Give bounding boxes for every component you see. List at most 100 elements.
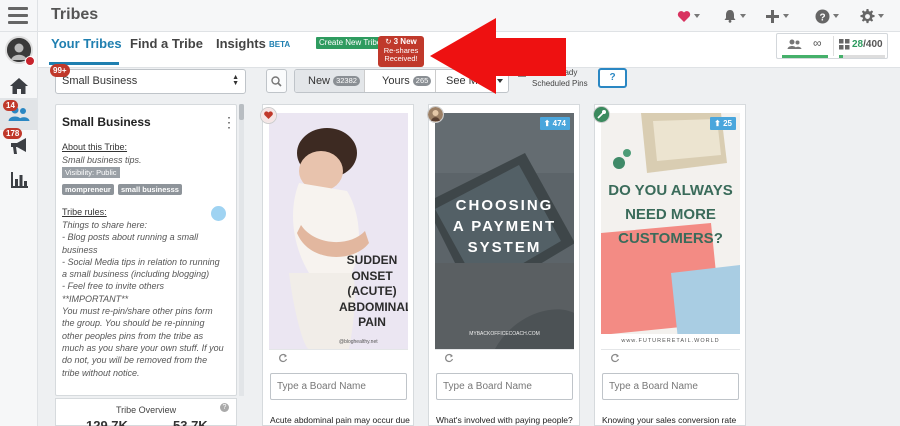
rules-line: do not, you will be removed from the [62, 355, 208, 366]
filter-see-more[interactable]: See More [436, 70, 508, 92]
rules-line: tribe without notice. [62, 367, 140, 378]
rules-line: - Blog posts about running a small [62, 232, 199, 243]
reshare-notification[interactable]: ↻ 3 New Re-shares Received! [378, 36, 424, 67]
hide-scheduled-label: Hide Already Scheduled Pins [532, 67, 588, 89]
plus-icon [766, 9, 779, 23]
visibility-badge: Visibility: Public [62, 167, 120, 178]
promote-badge: 178 [3, 128, 23, 139]
hide-scheduled-checkbox[interactable] [518, 69, 526, 77]
repin-count: 474 [552, 119, 566, 128]
pin-text-line: SUDDEN [346, 253, 398, 267]
divider [601, 349, 740, 350]
board-name-input[interactable] [270, 373, 407, 400]
rules-line: - Social Media tips in relation to runni… [62, 256, 220, 267]
tribe-info-panel: Small Business ⋮ About this Tribe: Small… [55, 104, 237, 396]
chevron-down-icon [878, 14, 884, 18]
rules-line: business [62, 244, 98, 255]
chevron-down-icon [740, 14, 746, 18]
filter-new-label: New [308, 75, 331, 87]
search-button[interactable] [266, 69, 287, 93]
add-menu[interactable] [765, 7, 789, 25]
pins-grid-icon [839, 39, 850, 50]
tribe-select[interactable]: Small Business ▲ ▼ [55, 69, 246, 94]
help-menu[interactable]: ? [815, 7, 839, 25]
help-button[interactable]: ? [598, 68, 627, 88]
create-tribe-button[interactable]: Create New Tribe [316, 37, 384, 49]
pins-progress-fill [839, 55, 843, 58]
overview-stat-2: 53.7K [173, 418, 208, 426]
pin-image[interactable]: CHOOSING A PAYMENT SYSTEM MYBACKOFFICECO… [435, 113, 574, 349]
repin-count-badge: ⬆ 474 [539, 117, 570, 130]
repin-count: 25 [723, 119, 732, 128]
chevron-down-icon [783, 14, 789, 18]
pins-usage: 28/400 [852, 39, 883, 50]
hamburger-menu-icon[interactable] [8, 7, 28, 25]
overview-help-icon[interactable]: ? [220, 403, 229, 412]
status-dot-icon [211, 206, 226, 221]
updown-arrows-icon: ▲ ▼ [232, 74, 239, 87]
filter-new[interactable]: New 32382 [295, 70, 364, 92]
divider [833, 36, 834, 56]
members-progress [782, 55, 828, 58]
tag-small-business[interactable]: small businesss [118, 184, 182, 195]
board-name-input[interactable] [602, 373, 739, 400]
bell-icon [724, 10, 736, 23]
about-label: About this Tribe: [62, 142, 128, 152]
rules-line: - Feel free to invite others [62, 281, 165, 292]
home-icon [10, 78, 28, 94]
members-icon [787, 39, 802, 49]
pin-watermark: MYBACKOFFICECOACH.COM [469, 331, 540, 337]
left-rail: 14 178 [0, 32, 38, 426]
rules-line: the group. You should be re-pinning [62, 318, 205, 329]
pin-description: Knowing your sales conversion rate [602, 415, 737, 425]
tag-mompreneur[interactable]: mompreneur [62, 184, 114, 195]
repin-count-badge: ⬆ 25 [710, 117, 736, 130]
flame-icon: ⬆ [714, 119, 721, 128]
panel-scrollbar[interactable] [239, 104, 244, 396]
board-name-input[interactable] [436, 373, 573, 400]
pinner-avatar[interactable] [427, 106, 444, 123]
pin-card: SUDDEN ONSET (ACUTE) ABDOMINAL PAIN @blo… [260, 104, 414, 426]
settings-menu[interactable] [860, 7, 884, 25]
about-text: Small business tips. [62, 155, 142, 165]
pinner-avatar[interactable] [593, 106, 610, 123]
pin-watermark: @bloghealthy.net [339, 339, 378, 345]
heart-icon [677, 10, 691, 22]
panel-scroll-thumb[interactable] [239, 104, 244, 120]
members-count: ∞ [813, 36, 822, 50]
chevron-down-icon [496, 79, 503, 84]
pin-card: CHOOSING A PAYMENT SYSTEM MYBACKOFFICECO… [427, 104, 580, 426]
refresh-icon[interactable] [610, 353, 620, 363]
question-circle-icon: ? [815, 9, 830, 23]
pin-card: DO YOU ALWAYS NEED MORE CUSTOMERS? www.F… [593, 104, 746, 426]
divider [435, 349, 574, 350]
refresh-icon[interactable] [444, 353, 454, 363]
pin-image[interactable]: DO YOU ALWAYS NEED MORE CUSTOMERS? www.F… [601, 113, 740, 349]
pin-description: What's involved with paying people? [436, 415, 573, 425]
tab-insights[interactable]: Insights [216, 36, 266, 51]
nav-analytics[interactable] [0, 164, 38, 196]
pin-image[interactable]: SUDDEN ONSET (ACUTE) ABDOMINAL PAIN @blo… [269, 113, 408, 349]
flame-icon: ⬆ [543, 119, 551, 128]
tabs-header: Your Tribes Find a Tribe Insights BETA C… [38, 32, 900, 68]
bar-chart-icon [11, 172, 28, 188]
pinner-avatar[interactable] [260, 107, 277, 124]
filter-yours[interactable]: Yours 265 [364, 70, 436, 92]
tribes-badge: 14 [3, 100, 18, 111]
refresh-icon[interactable] [278, 353, 288, 363]
top-bar: Tribes ? [0, 0, 900, 32]
tribe-select-value: Small Business [62, 75, 138, 87]
notifications-menu[interactable] [723, 7, 746, 25]
pin-text-line: CHOOSING [455, 197, 554, 214]
pin-text-line: CUSTOMERS? [618, 230, 723, 247]
hide-label-line-1: Hide Already [532, 68, 578, 77]
more-vertical-icon[interactable]: ⋮ [222, 115, 236, 129]
pinterest-badge-icon [25, 56, 35, 66]
gear-icon [860, 8, 875, 23]
pin-text: DO YOU ALWAYS NEED MORE CUSTOMERS? [601, 179, 740, 251]
heart-menu[interactable] [677, 7, 700, 25]
pin-text: CHOOSING A PAYMENT SYSTEM [435, 195, 574, 258]
tab-find-a-tribe[interactable]: Find a Tribe [130, 36, 203, 51]
yours-count-badge: 265 [412, 76, 432, 87]
tab-your-tribes[interactable]: Your Tribes [51, 36, 122, 51]
